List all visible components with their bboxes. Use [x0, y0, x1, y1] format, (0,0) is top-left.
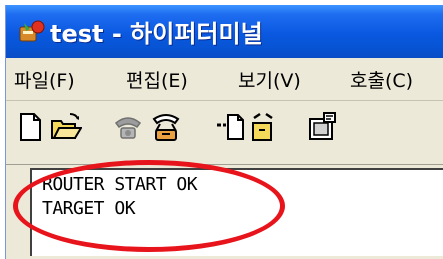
phone-disconnect-icon[interactable] [150, 111, 182, 143]
phone-call-icon[interactable] [112, 111, 144, 143]
menu-edit[interactable]: 편집(E) [126, 66, 188, 93]
send-file-icon[interactable] [214, 111, 246, 143]
open-folder-icon[interactable] [50, 111, 82, 143]
toolbar [6, 101, 443, 161]
window-title: test - 하이퍼터미널 [50, 20, 263, 48]
menu-call[interactable]: 호출(C) [350, 66, 413, 93]
receive-file-icon[interactable] [250, 111, 282, 143]
properties-icon[interactable] [306, 111, 338, 143]
menu-view[interactable]: 보기(V) [238, 66, 301, 93]
new-document-icon[interactable] [14, 111, 46, 143]
terminal-line: TARGET OK [42, 198, 136, 219]
menu-bar: 파일(F) 편집(E) 보기(V) 호출(C) [6, 58, 443, 101]
terminal-line: ROUTER START OK [42, 174, 198, 195]
hyperterminal-app-icon[interactable] [18, 19, 46, 43]
menu-file[interactable]: 파일(F) [14, 66, 75, 93]
terminal-area[interactable]: ROUTER START OK TARGET OK [30, 168, 443, 256]
title-bar[interactable]: test - 하이퍼터미널 [6, 5, 443, 58]
